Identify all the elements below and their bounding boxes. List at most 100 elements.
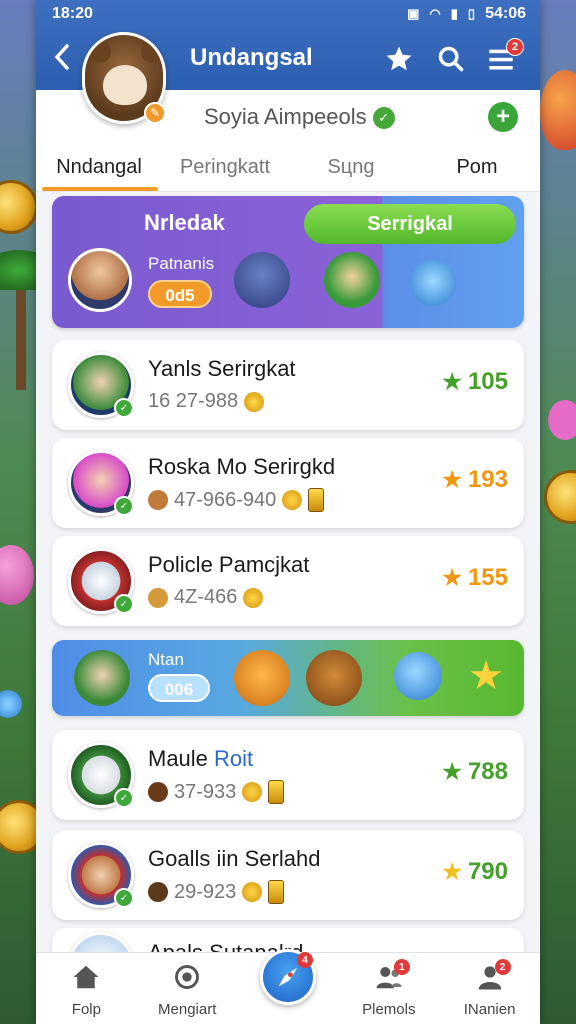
status-time: 18:20 (52, 5, 93, 22)
gear-badge-icon (242, 882, 263, 902)
entry-name: Roska Mo Serirgkd (148, 454, 336, 479)
entry-meta: 16 27-988 (148, 390, 239, 412)
banner-pill-button[interactable]: Serrigkal (304, 204, 516, 244)
signal-icon: ▮ (450, 6, 458, 21)
entry-score: 788 (467, 758, 508, 785)
entry-score: 105 (467, 368, 508, 395)
plus-icon: + (495, 103, 510, 130)
bubble-icon (394, 652, 442, 700)
promo-label: Ntan (148, 650, 184, 669)
profile-bar: ✎ Soyia Aimpeeols ✓ + (36, 32, 540, 144)
list-item[interactable]: ✓ Roska Mo Serirgkd 47-966-940 ★ 193 (52, 438, 524, 528)
star-icon: ★ (442, 467, 462, 492)
users-icon: 1 (374, 959, 410, 991)
entry-score: 790 (467, 858, 508, 885)
entry-name: Yanls Serirgkat (148, 356, 296, 381)
star-icon: ★ (442, 369, 462, 394)
profile-name: Soyia Aimpeeols (204, 104, 367, 129)
entry-name-highlight: Roit (214, 746, 254, 771)
vibrate-icon: ▣ (407, 6, 420, 21)
nav-item-nanien[interactable]: 2 INanien (439, 953, 540, 1024)
banner-sub-label: Patnanis (148, 254, 215, 273)
entry-meta: 29-923 (174, 880, 237, 903)
entry-meta: 4Z-466 (174, 586, 238, 608)
list-item[interactable]: ✓ Goalls iin Serlahd 29-923 ★ 790 (52, 830, 524, 920)
search-button[interactable] (434, 42, 468, 76)
coin-decoration (544, 470, 576, 524)
nav-badge: 1 (393, 959, 410, 975)
promo-count-badge: 006 (148, 674, 210, 702)
rocket-icon (278, 967, 298, 987)
favorite-button[interactable] (382, 42, 416, 76)
online-check-icon: ✓ (114, 594, 134, 614)
balloon-decoration (540, 70, 576, 150)
gear-badge-icon (242, 782, 263, 802)
nav-badge: 4 (296, 952, 313, 968)
tab-pom[interactable]: Pom (414, 144, 540, 191)
edit-avatar-button[interactable]: ✎ (144, 102, 166, 124)
featured-banner[interactable]: Nrledak Serrigkal Patnanis 0d5 (52, 196, 524, 328)
nav-label: Folp (71, 1001, 101, 1018)
entry-score: 155 (467, 564, 508, 591)
banner-avatar (68, 248, 132, 312)
status-bar: 18:20 ▣ ◠ ▮ ▯ 54:06 (0, 0, 576, 28)
online-check-icon: ✓ (114, 888, 134, 908)
gold-bar-icon (268, 780, 285, 804)
gear-badge-icon (282, 490, 303, 510)
verified-icon: ✓ (372, 107, 395, 129)
star-icon: ★ (468, 654, 504, 698)
status-battery-time: 54:06 (485, 5, 526, 22)
search-icon (438, 46, 464, 72)
tab-song[interactable]: Sцng (288, 144, 414, 191)
list-item[interactable]: ✓ Yanls Serirgkat 16 27-988 ★ 105 (52, 340, 524, 430)
entry-meta: 47-966-940 (174, 488, 277, 511)
creature-decoration (548, 400, 576, 440)
leaderboard-list: Nrledak Serrigkal Patnanis 0d5 ✓ Yanls S… (36, 196, 540, 968)
mini-avatar-icon (148, 782, 168, 802)
gold-bar-icon (268, 880, 285, 904)
entry-meta: 37-933 (174, 780, 237, 803)
online-check-icon: ✓ (114, 398, 134, 418)
star-icon (386, 46, 412, 71)
banner-left-label: Nrledak (144, 210, 225, 235)
mini-avatar-icon (148, 882, 168, 902)
star-icon: ★ (442, 565, 462, 590)
back-button[interactable] (52, 42, 76, 78)
nav-item-folp[interactable]: Folp (36, 953, 137, 1024)
online-check-icon: ✓ (114, 788, 134, 808)
bottom-nav: Folp Mengiart 4 1 Plemols 2 INanien (36, 949, 540, 1024)
list-item[interactable]: ✓ Maule Roit 37-933 ★ 788 (52, 730, 524, 820)
mini-avatar-icon (148, 587, 168, 608)
gem-decoration (0, 690, 22, 718)
gear-badge-icon (244, 391, 265, 412)
app-window: Undangsal 2 ✎ Soyia Aimpeeols ✓ + Nndanga… (36, 0, 540, 1024)
nav-label: Mengiart (158, 1001, 217, 1018)
hero-icon (324, 252, 380, 308)
nav-item-center[interactable]: 4 (238, 949, 339, 1024)
coin-decoration (0, 180, 38, 234)
home-icon (71, 963, 101, 991)
menu-button[interactable]: 2 (484, 38, 524, 76)
nav-item-mengiart[interactable]: Mengiart (137, 953, 238, 1024)
promo-banner[interactable]: Ntan 006 ★ (52, 640, 524, 716)
hero-icon (74, 650, 130, 706)
balloon-decoration (0, 545, 34, 605)
wifi-icon: ◠ (429, 6, 441, 21)
add-friend-button[interactable]: + (488, 102, 518, 132)
chevron-left-icon (54, 44, 69, 70)
tab-nndangal[interactable]: Nndangal (36, 144, 162, 191)
nav-badge: 2 (494, 959, 511, 975)
entry-name: Policle Pamcjkat (148, 552, 310, 577)
cat-icon (234, 650, 290, 706)
tab-bar: Nndangal Peringkatt Sцng Pom (36, 144, 540, 192)
nav-label: INanien (463, 1001, 516, 1018)
entry-score: 193 (467, 466, 508, 493)
tab-peringkatt[interactable]: Peringkatt (162, 144, 288, 191)
online-check-icon: ✓ (114, 496, 134, 516)
page-title: Undangsal (190, 44, 313, 71)
nav-item-plemols[interactable]: 1 Plemols (338, 953, 439, 1024)
user-icon: 2 (475, 959, 511, 991)
list-item[interactable]: ✓ Policle Pamcjkat 4Z-466 ★ 155 (52, 536, 524, 626)
bear-icon (306, 650, 362, 706)
mini-avatar-icon (148, 490, 168, 510)
